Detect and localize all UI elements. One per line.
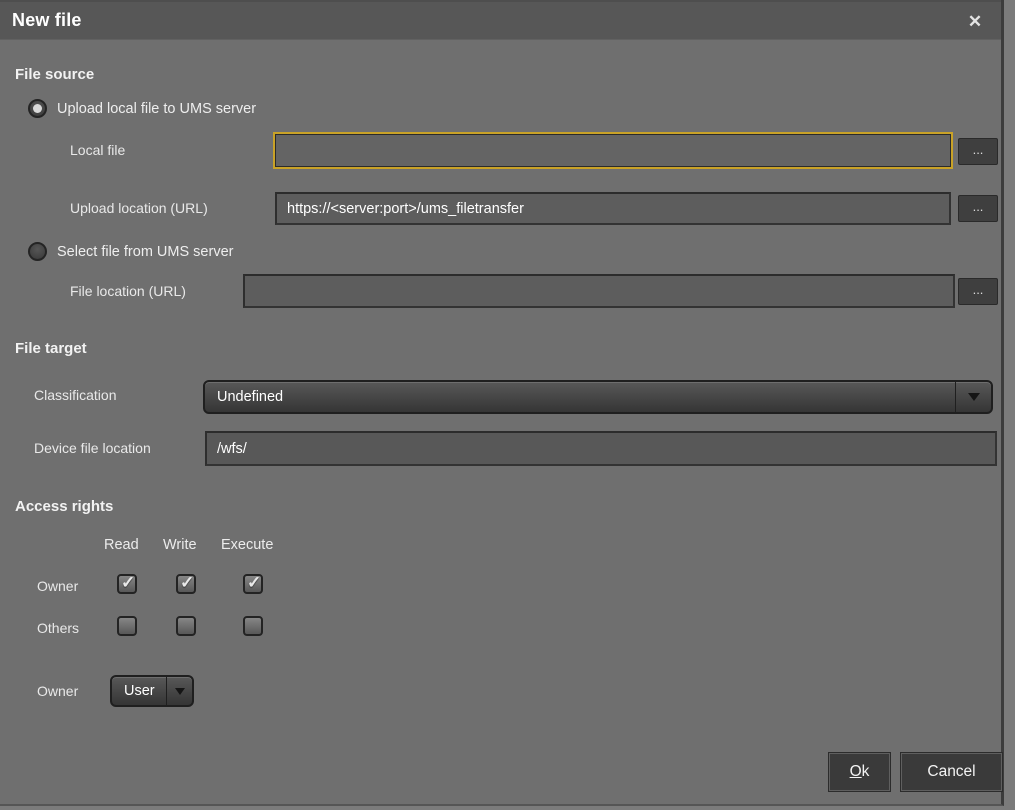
upload-location-input[interactable] <box>275 192 951 225</box>
local-file-label: Local file <box>70 142 125 158</box>
chevron-down-icon[interactable] <box>955 382 991 412</box>
col-header-execute: Execute <box>221 537 273 553</box>
others-row-label: Others <box>37 620 79 636</box>
upload-location-browse-button[interactable]: ... <box>958 195 998 222</box>
radio-upload-local-file[interactable]: Upload local file to UMS server <box>28 99 256 118</box>
ok-button[interactable]: Ok <box>829 753 890 791</box>
classification-value: Undefined <box>205 389 955 405</box>
file-location-browse-button[interactable]: ... <box>958 278 998 305</box>
radio-button-icon[interactable] <box>28 99 47 118</box>
device-file-location-input[interactable] <box>205 431 997 466</box>
classification-dropdown[interactable]: Undefined <box>203 380 993 414</box>
close-icon[interactable]: ✕ <box>963 10 987 34</box>
owner-write-checkbox[interactable] <box>176 574 196 594</box>
upload-location-label: Upload location (URL) <box>70 200 208 216</box>
file-location-label: File location (URL) <box>70 283 186 299</box>
cancel-button[interactable]: Cancel <box>901 753 1002 791</box>
local-file-input-focus-ring <box>273 132 953 169</box>
owner-dropdown-value: User <box>112 683 166 699</box>
file-source-header: File source <box>15 66 94 83</box>
file-target-header: File target <box>15 340 87 357</box>
dialog-titlebar[interactable]: New file ✕ <box>0 0 1001 40</box>
radio-select-file-from-server[interactable]: Select file from UMS server <box>28 242 233 261</box>
owner-read-checkbox[interactable] <box>117 574 137 594</box>
classification-label: Classification <box>34 387 116 403</box>
screen: New file ✕ File source Upload local file… <box>0 0 1015 810</box>
radio-select-label: Select file from UMS server <box>57 244 233 260</box>
chevron-down-icon[interactable] <box>166 677 192 705</box>
others-execute-checkbox[interactable] <box>243 616 263 636</box>
others-write-checkbox[interactable] <box>176 616 196 636</box>
new-file-dialog: New file ✕ File source Upload local file… <box>0 0 1004 806</box>
col-header-read: Read <box>104 537 139 553</box>
owner-dropdown[interactable]: User <box>110 675 194 707</box>
col-header-write: Write <box>163 537 197 553</box>
access-rights-header: Access rights <box>15 498 113 515</box>
local-file-input[interactable] <box>275 134 951 167</box>
owner-select-label: Owner <box>37 683 78 699</box>
dialog-title: New file <box>12 10 82 31</box>
others-read-checkbox[interactable] <box>117 616 137 636</box>
radio-upload-label: Upload local file to UMS server <box>57 101 256 117</box>
owner-row-label: Owner <box>37 578 78 594</box>
local-file-browse-button[interactable]: ... <box>958 138 998 165</box>
owner-execute-checkbox[interactable] <box>243 574 263 594</box>
radio-button-icon[interactable] <box>28 242 47 261</box>
device-file-location-label: Device file location <box>34 440 151 456</box>
file-location-input[interactable] <box>243 274 955 308</box>
